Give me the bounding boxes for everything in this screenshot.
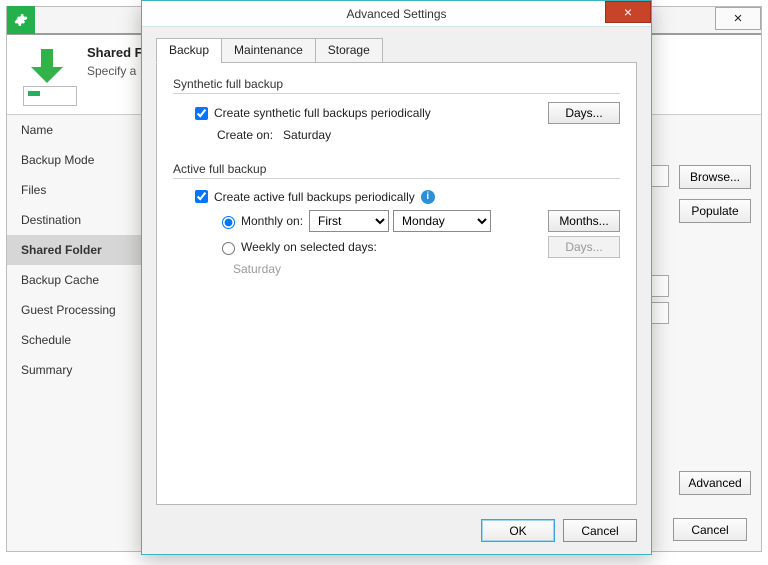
wizard-sidebar: NameBackup ModeFilesDestinationShared Fo…: [7, 115, 157, 507]
sidebar-item-name[interactable]: Name: [7, 115, 157, 145]
wizard-close-button[interactable]: ×: [715, 7, 761, 30]
synthetic-checkbox[interactable]: [195, 107, 208, 120]
divider: [173, 178, 620, 179]
weekly-value: Saturday: [233, 262, 281, 276]
weekday-select[interactable]: Monday: [393, 210, 491, 232]
dialog-cancel-button[interactable]: Cancel: [563, 519, 637, 542]
active-group-title: Active full backup: [173, 162, 620, 176]
dialog-title: Advanced Settings: [346, 7, 446, 21]
weekly-radio[interactable]: [222, 242, 235, 255]
info-icon: i: [421, 190, 435, 204]
sidebar-item-guest-processing[interactable]: Guest Processing: [7, 295, 157, 325]
sidebar-item-schedule[interactable]: Schedule: [7, 325, 157, 355]
weekly-label: Weekly on selected days:: [241, 240, 377, 254]
tab-maintenance[interactable]: Maintenance: [221, 38, 316, 63]
synthetic-days-button[interactable]: Days...: [548, 102, 620, 124]
ok-button[interactable]: OK: [481, 519, 555, 542]
monthly-radio[interactable]: [222, 216, 235, 229]
weekly-radio-row[interactable]: Weekly on selected days:: [217, 239, 377, 255]
ordinal-select[interactable]: First: [309, 210, 389, 232]
tabstrip: Backup Maintenance Storage: [156, 37, 637, 63]
synthetic-checkbox-row[interactable]: Create synthetic full backups periodical…: [191, 104, 431, 123]
divider: [173, 93, 620, 94]
drive-icon: [23, 86, 77, 106]
close-icon: ×: [624, 4, 632, 20]
weekly-days-button[interactable]: Days...: [548, 236, 620, 258]
tab-backup[interactable]: Backup: [156, 38, 222, 63]
gear-icon: [7, 6, 35, 34]
synthetic-create-on-label: Create on:: [217, 128, 273, 142]
synthetic-create-on-value: Saturday: [283, 128, 331, 142]
dialog-content: Backup Maintenance Storage Synthetic ful…: [142, 27, 651, 511]
sidebar-item-summary[interactable]: Summary: [7, 355, 157, 385]
dialog-button-bar: OK Cancel: [142, 511, 651, 554]
sidebar-item-files[interactable]: Files: [7, 175, 157, 205]
synthetic-checkbox-label: Create synthetic full backups periodical…: [214, 106, 431, 120]
close-icon: ×: [734, 11, 743, 26]
months-button[interactable]: Months...: [548, 210, 620, 232]
active-checkbox-row[interactable]: Create active full backups periodically: [191, 187, 415, 206]
dialog-titlebar: Advanced Settings ×: [142, 1, 651, 27]
active-checkbox[interactable]: [195, 190, 208, 203]
advanced-settings-dialog: Advanced Settings × Backup Maintenance S…: [141, 0, 652, 555]
sidebar-item-backup-cache[interactable]: Backup Cache: [7, 265, 157, 295]
monthly-label: Monthly on:: [241, 214, 303, 228]
monthly-radio-row[interactable]: Monthly on: First Monday: [217, 210, 491, 232]
advanced-button[interactable]: Advanced: [679, 471, 751, 495]
dialog-close-button[interactable]: ×: [605, 1, 651, 23]
populate-button[interactable]: Populate: [679, 199, 751, 223]
synthetic-group-title: Synthetic full backup: [173, 77, 620, 91]
active-checkbox-label: Create active full backups periodically: [214, 190, 415, 204]
browse-button[interactable]: Browse...: [679, 165, 751, 189]
tab-backup-page: Synthetic full backup Create synthetic f…: [156, 63, 637, 505]
wizard-cancel-button[interactable]: Cancel: [673, 518, 747, 541]
sidebar-item-shared-folder[interactable]: Shared Folder: [7, 235, 157, 265]
sidebar-item-destination[interactable]: Destination: [7, 205, 157, 235]
sidebar-item-backup-mode[interactable]: Backup Mode: [7, 145, 157, 175]
tab-storage[interactable]: Storage: [315, 38, 383, 63]
